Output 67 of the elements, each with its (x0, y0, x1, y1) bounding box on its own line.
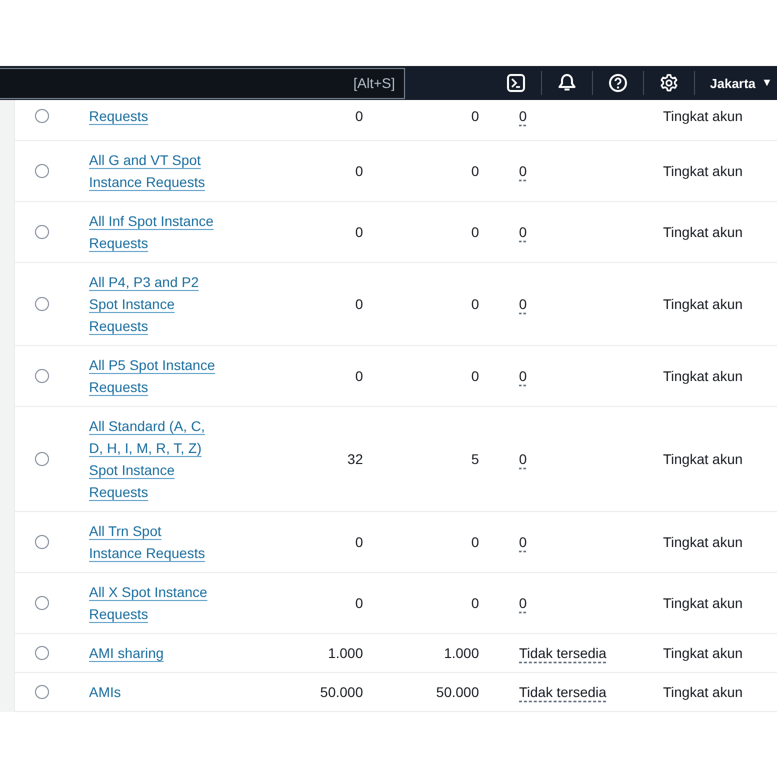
quota-link[interactable]: All Inf Spot Instance Requests (89, 210, 217, 254)
bell-icon[interactable] (557, 73, 577, 93)
table-cell-text: 0 (355, 367, 364, 386)
table-cell-text: Tingkat akun (663, 533, 743, 552)
table-cell-text: 0 (355, 162, 364, 181)
radio-button[interactable] (35, 164, 49, 178)
table-cell-text: Tingkat akun (663, 367, 743, 386)
search-field[interactable]: [Alt+S] (0, 68, 405, 98)
table-cell-text: Tingkat akun (663, 683, 743, 702)
quota-link[interactable]: All P5 Spot Instance Requests (89, 354, 217, 398)
table-cell[interactable]: 0 (519, 105, 527, 127)
shortcut-hint: [Alt+S] (353, 75, 395, 91)
quota-link[interactable]: All X Spot Instance Requests (89, 581, 217, 625)
table-cell-text: 5 (471, 450, 480, 469)
table-cell[interactable]: Tidak tersedia (519, 681, 606, 703)
terminal-icon[interactable] (506, 73, 526, 93)
table-cell-text: 32 (347, 450, 364, 469)
help-icon[interactable] (608, 73, 628, 93)
table-cell-text: 50.000 (320, 683, 364, 702)
table-cell[interactable]: 0 (519, 221, 527, 243)
table-cell-text: 0 (471, 223, 480, 242)
table-cell-text: Tingkat akun (663, 450, 743, 469)
quota-link[interactable]: AMI sharing (89, 642, 164, 664)
radio-button[interactable] (35, 369, 49, 383)
table-cell-text: 0 (355, 594, 364, 613)
table-cell[interactable]: 0 (519, 293, 527, 315)
radio-button[interactable] (35, 535, 49, 549)
table-cell-text: Tingkat akun (663, 295, 743, 314)
table-cell[interactable]: 0 (519, 448, 527, 470)
region-selector[interactable]: Jakarta ▼ (710, 76, 772, 90)
table-cell-text: Tingkat akun (663, 162, 743, 181)
radio-button[interactable] (35, 225, 49, 239)
table-cell-text: 0 (471, 107, 480, 126)
settings-icon[interactable] (659, 73, 679, 93)
table-cell-text: 1.000 (328, 644, 364, 663)
radio-button[interactable] (35, 452, 49, 466)
table-cell-text: Tingkat akun (663, 223, 743, 242)
table-cell-text: 0 (355, 107, 364, 126)
quota-link[interactable]: All G and VT Spot Instance Requests (89, 149, 217, 193)
table-cell-text: 1.000 (444, 644, 480, 663)
quota-link[interactable]: All Standard (A, C, D, H, I, M, R, T, Z) Spot Instance Requests (89, 415, 217, 503)
radio-button[interactable] (35, 596, 49, 610)
quota-link[interactable]: Requests (89, 105, 148, 127)
table-cell-text: Tingkat akun (663, 594, 743, 613)
table-cell-text: 0 (471, 295, 480, 314)
quota-link[interactable]: All P4, P3 and P2 Spot Instance Requests (89, 271, 217, 337)
radio-button[interactable] (35, 297, 49, 311)
radio-button[interactable] (35, 685, 49, 699)
quota-link[interactable]: AMIs (89, 681, 121, 703)
table-cell-text: 0 (471, 162, 480, 181)
table-cell-text: 0 (471, 594, 480, 613)
table-cell-text: 0 (355, 223, 364, 242)
radio-button[interactable] (35, 646, 49, 660)
quota-link[interactable]: All Trn Spot Instance Requests (89, 520, 217, 564)
table-cell-text: 0 (471, 367, 480, 386)
table-cell-text: Tingkat akun (663, 107, 743, 126)
table-cell-text: Tingkat akun (663, 644, 743, 663)
table-cell[interactable]: 0 (519, 365, 527, 387)
table-cell[interactable]: Tidak tersedia (519, 642, 606, 664)
table-cell-text: 0 (355, 295, 364, 314)
table-cell[interactable]: 0 (519, 531, 527, 553)
table-cell[interactable]: 0 (519, 592, 527, 614)
table-cell-text: 0 (471, 533, 480, 552)
table-cell-text: 0 (355, 533, 364, 552)
table-cell[interactable]: 0 (519, 160, 527, 182)
table-cell-text: 50.000 (436, 683, 480, 702)
radio-button[interactable] (35, 109, 49, 123)
